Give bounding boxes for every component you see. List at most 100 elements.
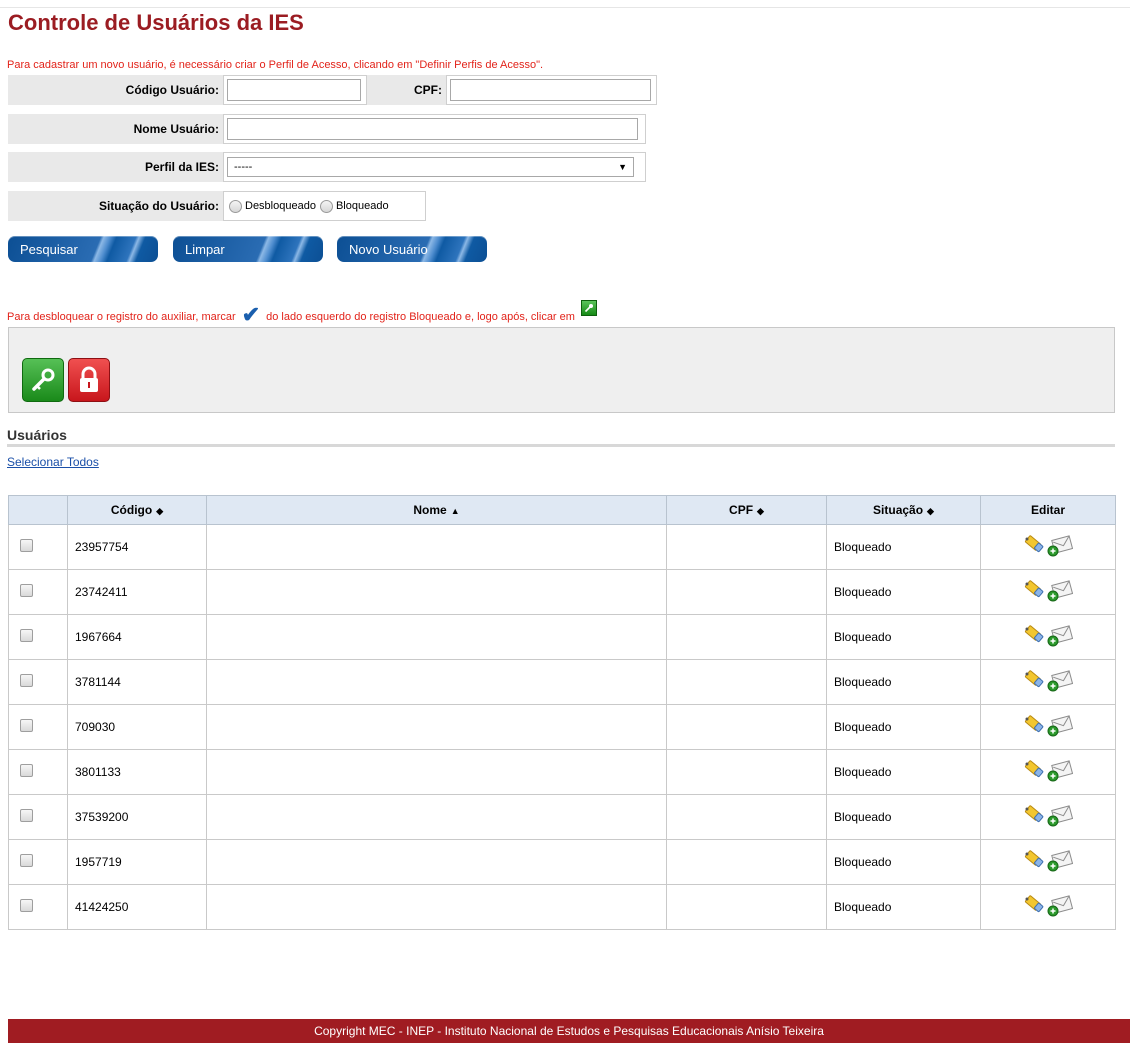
- limpar-button[interactable]: Limpar: [173, 236, 323, 262]
- table-row: 3781144 Bloqueado: [8, 659, 1116, 705]
- codigo-field-box: [223, 75, 367, 105]
- cell-editar: [980, 704, 1116, 750]
- cell-nome: [206, 884, 667, 930]
- cell-cpf: [666, 749, 827, 795]
- row-checkbox[interactable]: [20, 764, 33, 777]
- cell-codigo: 709030: [67, 704, 207, 750]
- email-icon[interactable]: [1047, 534, 1074, 560]
- email-icon[interactable]: [1047, 624, 1074, 650]
- cell-nome: [206, 614, 667, 660]
- row-checkbox[interactable]: [20, 719, 33, 732]
- edit-pencil-icon[interactable]: [1023, 894, 1045, 920]
- row-checkbox[interactable]: [20, 539, 33, 552]
- row-checkbox[interactable]: [20, 584, 33, 597]
- row-select-cell: [8, 704, 68, 750]
- cell-nome: [206, 524, 667, 570]
- row-checkbox[interactable]: [20, 809, 33, 822]
- cell-codigo: 23742411: [67, 569, 207, 615]
- unlock-key-icon[interactable]: [22, 358, 64, 402]
- situacao-label: Situação do Usuário:: [8, 191, 223, 221]
- edit-pencil-icon[interactable]: [1023, 714, 1045, 740]
- email-icon[interactable]: [1047, 894, 1074, 920]
- cell-situacao: Bloqueado: [826, 884, 981, 930]
- select-all-link[interactable]: Selecionar Todos: [7, 455, 99, 469]
- header-nome[interactable]: Nome ▲: [206, 495, 667, 525]
- row-checkbox[interactable]: [20, 899, 33, 912]
- cpf-input[interactable]: [450, 79, 651, 101]
- email-icon[interactable]: [1047, 714, 1074, 740]
- perfil-select[interactable]: ----- ▼: [227, 157, 634, 177]
- header-codigo[interactable]: Código ◆: [67, 495, 207, 525]
- footer: Copyright MEC - INEP - Instituto Naciona…: [8, 1019, 1130, 1043]
- unlock-notice-part1: Para desbloquear o registro do auxiliar,…: [7, 311, 236, 323]
- chevron-down-icon: ▼: [618, 162, 627, 172]
- top-divider: [0, 7, 1130, 8]
- row-select-cell: [8, 749, 68, 795]
- cell-situacao: Bloqueado: [826, 704, 981, 750]
- cell-situacao: Bloqueado: [826, 659, 981, 705]
- radio-desbloqueado[interactable]: [229, 199, 242, 213]
- cell-cpf: [666, 569, 827, 615]
- header-situacao[interactable]: Situação ◆: [826, 495, 981, 525]
- email-icon[interactable]: [1047, 849, 1074, 875]
- table-row: 23742411 Bloqueado: [8, 569, 1116, 615]
- table-row: 3801133 Bloqueado: [8, 749, 1116, 795]
- edit-pencil-icon[interactable]: [1023, 624, 1045, 650]
- cell-situacao: Bloqueado: [826, 839, 981, 885]
- row-checkbox[interactable]: [20, 854, 33, 867]
- header-checkbox: [8, 495, 68, 525]
- cell-nome: [206, 794, 667, 840]
- sort-asc-icon: ▲: [450, 506, 460, 516]
- situacao-field-box: Desbloqueado Bloqueado: [223, 191, 426, 221]
- email-icon[interactable]: [1047, 759, 1074, 785]
- cell-codigo: 1957719: [67, 839, 207, 885]
- email-icon[interactable]: [1047, 579, 1074, 605]
- email-icon[interactable]: [1047, 804, 1074, 830]
- radio-desbloqueado-label: Desbloqueado: [245, 200, 316, 212]
- cpf-label: CPF:: [367, 75, 446, 105]
- cell-codigo: 37539200: [67, 794, 207, 840]
- cell-situacao: Bloqueado: [826, 749, 981, 795]
- check-icon: ✔: [241, 302, 261, 327]
- sort-icon: ◆: [927, 506, 934, 516]
- edit-pencil-icon[interactable]: [1023, 669, 1045, 695]
- edit-pencil-icon[interactable]: [1023, 759, 1045, 785]
- row-select-cell: [8, 614, 68, 660]
- cell-nome: [206, 659, 667, 705]
- cell-editar: [980, 749, 1116, 795]
- edit-pencil-icon[interactable]: [1023, 804, 1045, 830]
- edit-pencil-icon[interactable]: [1023, 849, 1045, 875]
- nome-field-box: [223, 114, 646, 144]
- sort-icon: ◆: [757, 506, 764, 516]
- row-select-cell: [8, 839, 68, 885]
- filter-row-situacao: Situação do Usuário: Desbloqueado Bloque…: [8, 191, 426, 221]
- header-cpf-label: CPF: [729, 503, 754, 517]
- email-icon[interactable]: [1047, 669, 1074, 695]
- cell-codigo: 3801133: [67, 749, 207, 795]
- row-select-cell: [8, 794, 68, 840]
- row-select-cell: [8, 884, 68, 930]
- pesquisar-button[interactable]: Pesquisar: [8, 236, 158, 262]
- cell-situacao: Bloqueado: [826, 569, 981, 615]
- cell-editar: [980, 794, 1116, 840]
- edit-pencil-icon[interactable]: [1023, 579, 1045, 605]
- filter-row-perfil: Perfil da IES: ----- ▼: [8, 152, 646, 182]
- row-checkbox[interactable]: [20, 674, 33, 687]
- cell-situacao: Bloqueado: [826, 614, 981, 660]
- lock-icon[interactable]: [68, 358, 110, 402]
- action-panel: [8, 327, 1115, 413]
- nome-input[interactable]: [227, 118, 638, 140]
- novo-usuario-button[interactable]: Novo Usuário: [337, 236, 487, 262]
- radio-bloqueado[interactable]: [319, 199, 333, 213]
- row-checkbox[interactable]: [20, 629, 33, 642]
- codigo-input[interactable]: [227, 79, 361, 101]
- cell-codigo: 41424250: [67, 884, 207, 930]
- cell-nome: [206, 749, 667, 795]
- header-nome-label: Nome: [413, 503, 447, 517]
- edit-pencil-icon[interactable]: [1023, 534, 1045, 560]
- table-row: 1967664 Bloqueado: [8, 614, 1116, 660]
- cell-editar: [980, 659, 1116, 705]
- filter-row-nome: Nome Usuário:: [8, 114, 646, 144]
- header-cpf[interactable]: CPF ◆: [666, 495, 827, 525]
- row-select-cell: [8, 569, 68, 615]
